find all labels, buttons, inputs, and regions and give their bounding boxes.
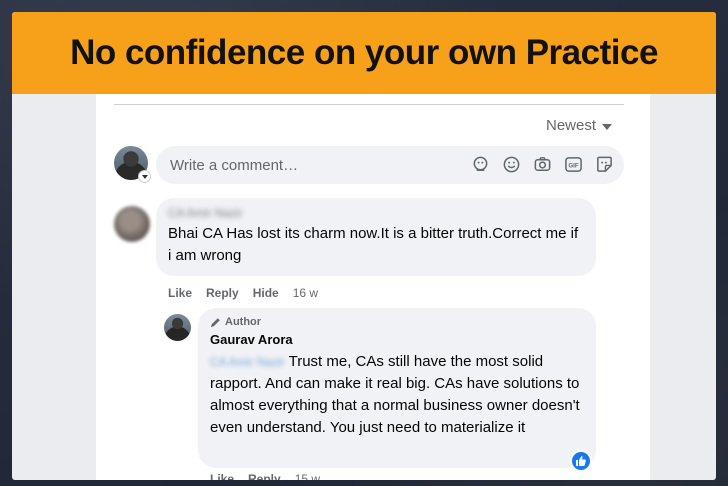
post-card: No confidence on your own Practice Newes… — [12, 12, 716, 480]
svg-text:GIF: GIF — [568, 163, 578, 170]
comment-text: Bhai CA Has lost its charm now.It is a b… — [168, 225, 579, 264]
camera-icon[interactable] — [533, 155, 552, 174]
comment-input[interactable] — [170, 156, 460, 174]
mention-link[interactable]: CA Amir Nazir — [210, 355, 285, 369]
like-button[interactable]: Like — [168, 286, 192, 300]
reply-actions: Like Reply 15 w — [210, 472, 320, 480]
reply-author[interactable]: Gaurav Arora — [210, 332, 584, 347]
comment-timestamp[interactable]: 16 w — [293, 286, 318, 300]
avatar[interactable] — [164, 314, 191, 341]
composer-icons: GIF — [471, 155, 614, 174]
hide-button[interactable]: Hide — [253, 286, 279, 300]
banner-title: No confidence on your own Practice — [70, 33, 658, 72]
sort-label: Newest — [546, 117, 597, 134]
divider — [114, 104, 624, 105]
author-badge-label: Author — [225, 316, 262, 328]
pencil-icon — [210, 317, 220, 327]
sticker-icon[interactable] — [595, 155, 614, 174]
reply-button[interactable]: Reply — [248, 472, 281, 480]
comment-composer[interactable]: GIF — [156, 146, 624, 184]
sort-dropdown[interactable]: Newest — [546, 117, 613, 134]
avatar-sticker-icon[interactable] — [471, 155, 490, 174]
avatar[interactable] — [114, 206, 150, 242]
profile-switch-icon[interactable] — [138, 170, 151, 183]
reply-button[interactable]: Reply — [206, 286, 239, 300]
like-reaction-icon[interactable] — [570, 450, 592, 472]
reply-text-block: CA Amir Nazir Trust me, CAs still have t… — [210, 351, 584, 439]
reply-timestamp[interactable]: 15 w — [295, 472, 320, 480]
comment-author[interactable]: CA Amir Nazir — [168, 206, 584, 220]
comment-actions: Like Reply Hide 16 w — [168, 286, 318, 300]
author-badge: Author — [210, 316, 584, 328]
chevron-down-icon — [602, 123, 613, 130]
comments-panel: Newest GIF CA Amir Nazir Bhai CA Has los… — [96, 94, 650, 480]
emoji-icon[interactable] — [502, 155, 521, 174]
thumbs-up-icon — [576, 456, 586, 466]
reply-bubble: Author Gaurav Arora CA Amir Nazir Trust … — [198, 308, 596, 468]
like-button[interactable]: Like — [210, 472, 234, 480]
gif-icon[interactable]: GIF — [564, 155, 583, 174]
comment-bubble: CA Amir Nazir Bhai CA Has lost its charm… — [156, 198, 596, 276]
banner: No confidence on your own Practice — [12, 12, 716, 94]
